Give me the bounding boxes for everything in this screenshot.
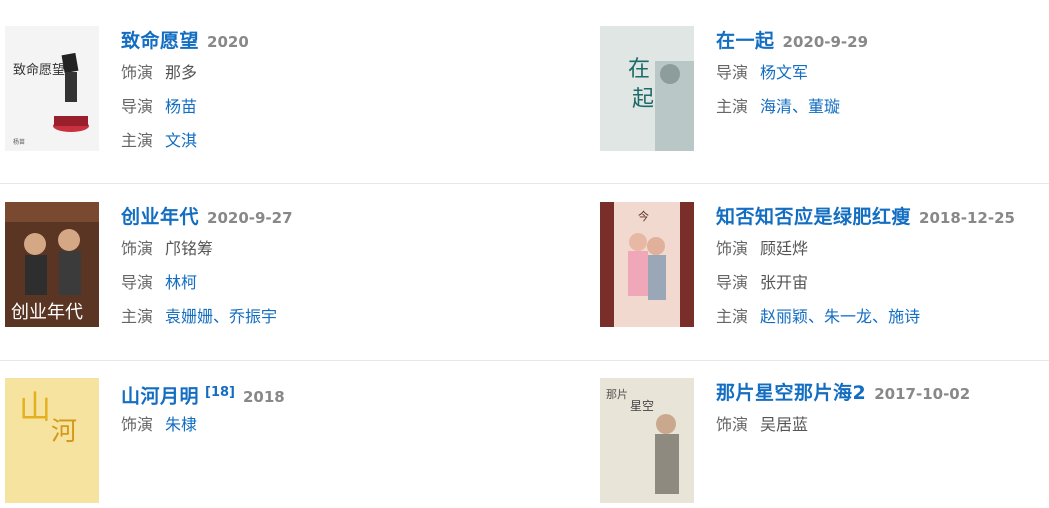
citation-ref[interactable]: [18] [205, 385, 235, 400]
film-year: 2017-10-02 [874, 385, 971, 403]
poster-zaiyiqi[interactable]: 在 起 [600, 26, 694, 151]
film-title[interactable]: 在一起 [716, 30, 775, 52]
cast-link[interactable]: 施诗 [888, 307, 920, 326]
poster-shanheyueming[interactable]: 山 河 [5, 378, 99, 503]
director-label: 导演 [121, 273, 154, 292]
film-title[interactable]: 致命愿望 [121, 30, 199, 52]
film-item: 在 起 在一起 2020-9-29 导演 杨文军 主演 海清、董璇 [600, 26, 1049, 156]
film-director-row: 导演 杨苗 [121, 90, 461, 124]
film-year: 2020-9-29 [782, 33, 869, 51]
film-role-row: 饰演 邝铭筹 [121, 232, 461, 266]
film-item: 山 河 山河月明 [18] 2018 饰演 朱棣 [5, 378, 465, 508]
film-title[interactable]: 山河月明 [121, 385, 199, 407]
cast-link[interactable]: 海清 [760, 97, 792, 116]
film-year: 2020 [207, 33, 249, 51]
film-role-row: 饰演 吴居蓝 [716, 408, 1049, 442]
film-director-row: 导演 张开宙 [716, 266, 1049, 300]
svg-text:今: 今 [638, 209, 649, 223]
role-value: 顾廷烨 [760, 239, 809, 258]
cast-label: 主演 [716, 307, 749, 326]
filmography-grid: 致命愿望 杨苗 致命愿望 2020 饰演 那多 导演 杨苗 主演 文淇 在 起 … [0, 0, 1049, 503]
svg-text:致命愿望: 致命愿望 [13, 62, 65, 78]
svg-text:杨苗: 杨苗 [13, 138, 25, 146]
svg-text:山: 山 [19, 388, 51, 426]
role-label: 饰演 [121, 63, 154, 82]
svg-text:星空: 星空 [630, 399, 654, 413]
role-label: 饰演 [716, 415, 749, 434]
film-year: 2020-9-27 [207, 209, 293, 227]
director-value: 张开宙 [760, 273, 809, 292]
cast-link[interactable]: 袁姗姗 [165, 307, 213, 326]
poster-zhimingyuanwang[interactable]: 致命愿望 杨苗 [5, 26, 99, 151]
film-cast-row: 主演 袁姗姗、乔振宇 [121, 300, 461, 334]
film-director-row: 导演 林柯 [121, 266, 461, 300]
film-year: 2018 [243, 388, 285, 407]
row-divider [0, 183, 1049, 184]
poster-napianxingkong[interactable]: 那片 星空 [600, 378, 694, 503]
poster-chuangyeniandai[interactable]: 创业年代 [5, 202, 99, 327]
poster-zhifou[interactable]: 今 [600, 202, 694, 327]
row-divider [0, 360, 1049, 361]
svg-text:那片: 那片 [606, 388, 628, 401]
film-item: 今 知否知否应是绿肥红瘦 2018-12-25 饰演 顾廷烨 导演 张开宙 主演 赵丽颖… [600, 202, 1049, 332]
film-title[interactable]: 知否知否应是绿肥红瘦 [716, 206, 911, 228]
director-label: 导演 [121, 97, 154, 116]
film-role-row: 饰演 朱棣 [121, 408, 461, 442]
film-title[interactable]: 那片星空那片海2 [716, 382, 866, 404]
role-label: 饰演 [716, 239, 749, 258]
svg-text:在: 在 [628, 57, 650, 82]
film-item: 创业年代 创业年代 2020-9-27 饰演 邝铭筹 导演 林柯 主演 袁姗姗、乔振宇 [5, 202, 465, 332]
film-cast-row: 主演 文淇 [121, 124, 461, 158]
cast-link[interactable]: 朱一龙 [824, 307, 872, 326]
cast-link[interactable]: 董璇 [808, 97, 840, 116]
cast-label: 主演 [716, 97, 749, 116]
film-cast-row: 主演 赵丽颖、朱一龙、施诗 [716, 300, 1049, 334]
role-value: 吴居蓝 [760, 415, 809, 434]
film-year: 2018-12-25 [919, 209, 1015, 227]
film-cast-row: 主演 海清、董璇 [716, 90, 1049, 124]
svg-text:河: 河 [51, 417, 77, 447]
director-link[interactable]: 林柯 [165, 273, 197, 292]
director-link[interactable]: 杨文军 [760, 63, 808, 82]
cast-label: 主演 [121, 307, 154, 326]
film-role-row: 饰演 顾廷烨 [716, 232, 1049, 266]
cast-label: 主演 [121, 131, 154, 150]
film-item: 致命愿望 杨苗 致命愿望 2020 饰演 那多 导演 杨苗 主演 文淇 [5, 26, 465, 156]
director-label: 导演 [716, 63, 749, 82]
role-label: 饰演 [121, 415, 154, 434]
cast-link[interactable]: 乔振宇 [229, 307, 277, 326]
svg-text:起: 起 [632, 87, 654, 112]
svg-text:创业年代: 创业年代 [11, 302, 83, 323]
role-value: 那多 [165, 63, 198, 82]
role-label: 饰演 [121, 239, 154, 258]
cast-link[interactable]: 文淇 [165, 131, 197, 150]
role-value: 邝铭筹 [165, 239, 214, 258]
role-link[interactable]: 朱棣 [165, 415, 197, 434]
film-role-row: 饰演 那多 [121, 56, 461, 90]
director-link[interactable]: 杨苗 [165, 97, 197, 116]
cast-link[interactable]: 赵丽颖 [760, 307, 808, 326]
film-title[interactable]: 创业年代 [121, 206, 199, 228]
film-director-row: 导演 杨文军 [716, 56, 1049, 90]
director-label: 导演 [716, 273, 749, 292]
film-item: 那片 星空 那片星空那片海2 2017-10-02 饰演 吴居蓝 [600, 378, 1049, 508]
